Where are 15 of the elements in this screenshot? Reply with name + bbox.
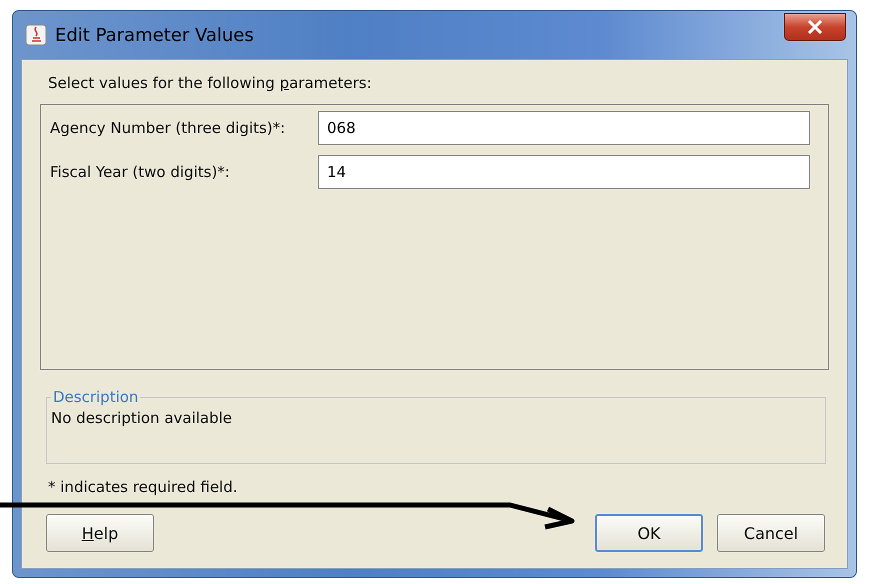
description-text: No description available	[51, 409, 232, 427]
close-button[interactable]	[784, 13, 846, 41]
dialog-button[interactable]: Help	[46, 514, 154, 552]
parameter-label: Agency Number (three digits)*:	[50, 119, 286, 137]
required-note: * indicates required field.	[48, 478, 239, 496]
instruction-text: Select values for the following parameters:	[48, 74, 373, 92]
input-field[interactable]: 14	[318, 155, 810, 189]
input-field[interactable]: 068	[318, 111, 810, 145]
window-title: Edit Parameter Values	[55, 24, 255, 46]
parameter-label: Fiscal Year (two digits)*:	[50, 163, 231, 181]
dialog-button[interactable]: OK	[595, 514, 703, 552]
dialog-button[interactable]: Cancel	[717, 514, 825, 552]
group-title: Description	[52, 388, 140, 406]
close-icon	[807, 20, 823, 34]
app-icon	[25, 24, 47, 46]
